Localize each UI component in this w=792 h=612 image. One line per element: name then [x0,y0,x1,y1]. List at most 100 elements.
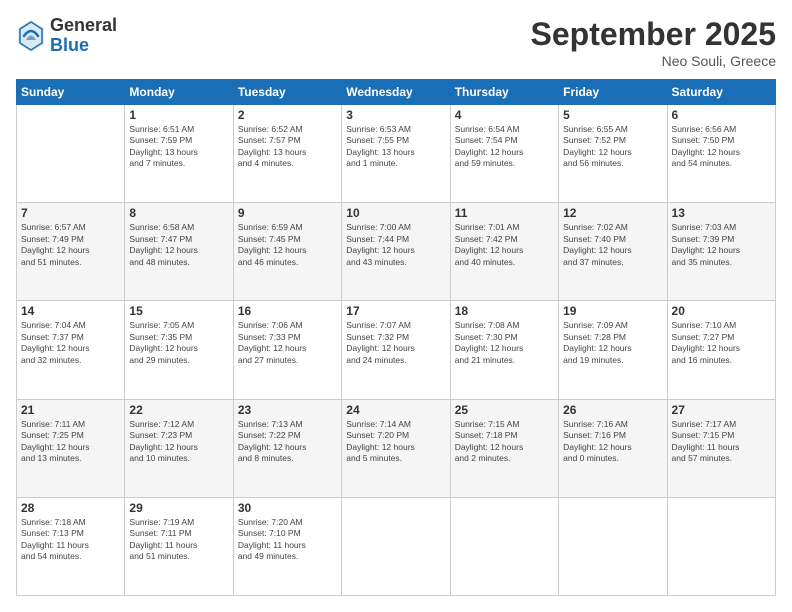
table-row: 6 Sunrise: 6:56 AM Sunset: 7:50 PM Daylig… [667,105,775,203]
day-number: 14 [21,304,120,318]
table-row: 29 Sunrise: 7:19 AM Sunset: 7:11 PM Dayli… [125,497,233,595]
day-info: Sunrise: 7:08 AM Sunset: 7:30 PM Dayligh… [455,320,554,366]
table-row: 9Sunrise: 6:59 AM Sunset: 7:45 PM Daylig… [233,203,341,301]
header-monday: Monday [125,80,233,105]
day-info: Sunrise: 6:56 AM Sunset: 7:50 PM Dayligh… [672,124,771,170]
day-number: 4 [455,108,554,122]
day-number: 5 [563,108,662,122]
day-number: 12 [563,206,662,220]
header-saturday: Saturday [667,80,775,105]
table-row: 3 Sunrise: 6:53 AM Sunset: 7:55 PM Daylig… [342,105,450,203]
day-number: 27 [672,403,771,417]
day-number: 11 [455,206,554,220]
table-row: 30 Sunrise: 7:20 AM Sunset: 7:10 PM Dayli… [233,497,341,595]
day-info: Sunrise: 7:14 AM Sunset: 7:20 PM Dayligh… [346,419,445,465]
day-number: 19 [563,304,662,318]
table-row: 7 Sunrise: 6:57 AM Sunset: 7:49 PM Daylig… [17,203,125,301]
calendar-week-3: 21Sunrise: 7:11 AM Sunset: 7:25 PM Dayli… [17,399,776,497]
title-block: September 2025 Neo Souli, Greece [531,16,776,69]
table-row: 16 Sunrise: 7:06 AM Sunset: 7:33 PM Dayli… [233,301,341,399]
table-row [17,105,125,203]
day-number: 28 [21,501,120,515]
logo-general-text: General [50,16,117,36]
day-number: 6 [672,108,771,122]
day-number: 3 [346,108,445,122]
day-info: Sunrise: 6:58 AM Sunset: 7:47 PM Dayligh… [129,222,228,268]
day-number: 22 [129,403,228,417]
day-info: Sunrise: 7:12 AM Sunset: 7:23 PM Dayligh… [129,419,228,465]
calendar-week-0: 1Sunrise: 6:51 AM Sunset: 7:59 PM Daylig… [17,105,776,203]
day-info: Sunrise: 6:53 AM Sunset: 7:55 PM Dayligh… [346,124,445,170]
day-number: 25 [455,403,554,417]
calendar-week-1: 7 Sunrise: 6:57 AM Sunset: 7:49 PM Daylig… [17,203,776,301]
table-row: 22 Sunrise: 7:12 AM Sunset: 7:23 PM Dayli… [125,399,233,497]
day-info: Sunrise: 7:13 AM Sunset: 7:22 PM Dayligh… [238,419,337,465]
day-info: Sunrise: 7:11 AM Sunset: 7:25 PM Dayligh… [21,419,120,465]
day-number: 7 [21,206,120,220]
table-row: 19 Sunrise: 7:09 AM Sunset: 7:28 PM Dayli… [559,301,667,399]
logo-icon [16,18,46,54]
day-number: 17 [346,304,445,318]
day-info: Sunrise: 7:17 AM Sunset: 7:15 PM Dayligh… [672,419,771,465]
table-row: 28 Sunrise: 7:18 AM Sunset: 7:13 PM Dayli… [17,497,125,595]
day-number: 13 [672,206,771,220]
table-row: 12 Sunrise: 7:02 AM Sunset: 7:40 PM Dayli… [559,203,667,301]
table-row: 20 Sunrise: 7:10 AM Sunset: 7:27 PM Dayli… [667,301,775,399]
table-row: 13 Sunrise: 7:03 AM Sunset: 7:39 PM Dayli… [667,203,775,301]
table-row: 4Sunrise: 6:54 AM Sunset: 7:54 PM Daylig… [450,105,558,203]
day-number: 2 [238,108,337,122]
table-row: 1Sunrise: 6:51 AM Sunset: 7:59 PM Daylig… [125,105,233,203]
day-info: Sunrise: 7:02 AM Sunset: 7:40 PM Dayligh… [563,222,662,268]
day-info: Sunrise: 7:04 AM Sunset: 7:37 PM Dayligh… [21,320,120,366]
day-number: 30 [238,501,337,515]
table-row: 21Sunrise: 7:11 AM Sunset: 7:25 PM Dayli… [17,399,125,497]
day-number: 29 [129,501,228,515]
day-number: 24 [346,403,445,417]
day-info: Sunrise: 7:18 AM Sunset: 7:13 PM Dayligh… [21,517,120,563]
table-row: 11Sunrise: 7:01 AM Sunset: 7:42 PM Dayli… [450,203,558,301]
header-wednesday: Wednesday [342,80,450,105]
calendar-week-4: 28 Sunrise: 7:18 AM Sunset: 7:13 PM Dayli… [17,497,776,595]
table-row: 15Sunrise: 7:05 AM Sunset: 7:35 PM Dayli… [125,301,233,399]
table-row: 25 Sunrise: 7:15 AM Sunset: 7:18 PM Dayli… [450,399,558,497]
day-number: 8 [129,206,228,220]
day-info: Sunrise: 7:15 AM Sunset: 7:18 PM Dayligh… [455,419,554,465]
day-number: 16 [238,304,337,318]
calendar-subtitle: Neo Souli, Greece [531,53,776,69]
table-row: 26 Sunrise: 7:16 AM Sunset: 7:16 PM Dayli… [559,399,667,497]
table-row: 10 Sunrise: 7:00 AM Sunset: 7:44 PM Dayli… [342,203,450,301]
day-info: Sunrise: 6:52 AM Sunset: 7:57 PM Dayligh… [238,124,337,170]
calendar-table: Sunday Monday Tuesday Wednesday Thursday… [16,79,776,596]
day-info: Sunrise: 7:03 AM Sunset: 7:39 PM Dayligh… [672,222,771,268]
day-info: Sunrise: 6:55 AM Sunset: 7:52 PM Dayligh… [563,124,662,170]
table-row [450,497,558,595]
header-thursday: Thursday [450,80,558,105]
day-info: Sunrise: 6:57 AM Sunset: 7:49 PM Dayligh… [21,222,120,268]
day-info: Sunrise: 6:51 AM Sunset: 7:59 PM Dayligh… [129,124,228,170]
day-number: 23 [238,403,337,417]
day-info: Sunrise: 7:06 AM Sunset: 7:33 PM Dayligh… [238,320,337,366]
header-friday: Friday [559,80,667,105]
header-tuesday: Tuesday [233,80,341,105]
day-number: 20 [672,304,771,318]
table-row: 27 Sunrise: 7:17 AM Sunset: 7:15 PM Dayli… [667,399,775,497]
day-info: Sunrise: 7:16 AM Sunset: 7:16 PM Dayligh… [563,419,662,465]
day-info: Sunrise: 7:09 AM Sunset: 7:28 PM Dayligh… [563,320,662,366]
logo-blue-text: Blue [50,36,117,56]
day-info: Sunrise: 7:20 AM Sunset: 7:10 PM Dayligh… [238,517,337,563]
table-row [342,497,450,595]
page: General Blue September 2025 Neo Souli, G… [0,0,792,612]
day-info: Sunrise: 7:19 AM Sunset: 7:11 PM Dayligh… [129,517,228,563]
logo: General Blue [16,16,117,56]
day-info: Sunrise: 7:07 AM Sunset: 7:32 PM Dayligh… [346,320,445,366]
day-info: Sunrise: 7:10 AM Sunset: 7:27 PM Dayligh… [672,320,771,366]
day-number: 18 [455,304,554,318]
table-row [559,497,667,595]
day-number: 26 [563,403,662,417]
logo-text: General Blue [50,16,117,56]
table-row: 23 Sunrise: 7:13 AM Sunset: 7:22 PM Dayli… [233,399,341,497]
day-info: Sunrise: 7:05 AM Sunset: 7:35 PM Dayligh… [129,320,228,366]
day-number: 10 [346,206,445,220]
day-info: Sunrise: 6:59 AM Sunset: 7:45 PM Dayligh… [238,222,337,268]
day-info: Sunrise: 7:00 AM Sunset: 7:44 PM Dayligh… [346,222,445,268]
